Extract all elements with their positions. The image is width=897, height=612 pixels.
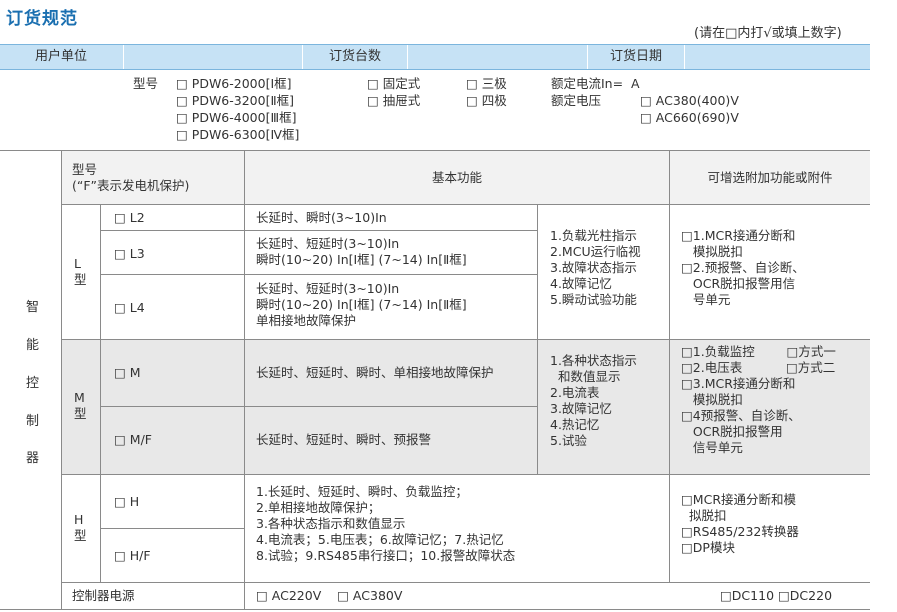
l3-basic-text: 长延时、短延时(3~10)In 瞬时(10~20) In[Ⅰ框] (7~14) … <box>256 236 467 267</box>
mf-basic-text: 长延时、短延时、瞬时、预报警 <box>256 432 432 447</box>
model-hf-option[interactable]: □ H/F <box>114 548 151 564</box>
order-qty-label: 订货台数 <box>328 49 381 64</box>
col-header-model: 型号 (“F”表示发电机保护) <box>72 162 190 193</box>
page-title: 订货规范 <box>6 9 78 29</box>
side-label-char: 制 <box>26 414 40 429</box>
model-l2-option[interactable]: □ L2 <box>114 210 145 226</box>
m-basic-text: 长延时、短延时、瞬时、单相接地故障保护 <box>256 365 494 380</box>
model-mf-option[interactable]: □ M/F <box>114 432 152 448</box>
m-optional-text: □1.负载监控 □方式一 □2.电压表 □方式二 □3.MCR接通分断和 模拟脱… <box>681 344 836 455</box>
side-label-char: 控 <box>26 376 40 391</box>
model-label: 型号 <box>133 76 159 91</box>
power-dc-options[interactable]: □DC110 □DC220 <box>720 588 832 604</box>
voltage-option-660[interactable]: □ AC660(690)V <box>640 110 739 126</box>
side-label-char: 智 <box>26 300 40 315</box>
m-features-text: 1.各种状态指示 和数值显示 2.电流表 3.故障记忆 4.热记忆 5.试验 <box>550 353 637 448</box>
type-m-label: M 型 <box>74 390 87 421</box>
col-header-optional: 可增选附加功能或附件 <box>707 170 833 185</box>
model-m-option[interactable]: □ M <box>114 365 141 381</box>
model-l4-option[interactable]: □ L4 <box>114 300 145 316</box>
frame-option-4000[interactable]: □ PDW6-4000[Ⅲ框] <box>176 110 296 126</box>
l2-basic-text: 长延时、瞬时(3~10)In <box>256 210 387 225</box>
rated-voltage-label: 额定电压 <box>551 93 602 108</box>
controller-spec-table: 智 能 控 制 器 型号 (“F”表示发电机保护) 基本功能 可增选附加功能或附… <box>0 150 870 612</box>
model-h-option[interactable]: □ H <box>114 494 139 510</box>
poles-3-option[interactable]: □ 三极 <box>466 76 507 92</box>
install-fixed-option[interactable]: □ 固定式 <box>367 76 420 92</box>
order-header-bar: 用户单位 订货台数 订货日期 <box>0 44 870 70</box>
frame-option-6300[interactable]: □ PDW6-6300[Ⅳ框] <box>176 127 299 143</box>
l-optional-text: □1.MCR接通分断和 模拟脱扣 □2.预报警、自诊断、 OCR脱扣报警用信 号… <box>681 228 805 307</box>
h-optional-text: □MCR接通分断和模 拟脱扣 □RS485/232转换器 □DP模块 <box>681 492 799 555</box>
power-ac-options[interactable]: □ AC220V □ AC380V <box>256 588 402 604</box>
h-basic-text: 1.长延时、短延时、瞬时、负载监控； 2.单相接地故障保护； 3.各种状态指示和… <box>256 484 516 563</box>
col-header-basic: 基本功能 <box>431 170 482 185</box>
frame-option-2000[interactable]: □ PDW6-2000[Ⅰ框] <box>176 76 292 92</box>
frame-option-3200[interactable]: □ PDW6-3200[Ⅱ框] <box>176 93 294 109</box>
type-l-label: L 型 <box>74 256 87 287</box>
power-label: 控制器电源 <box>72 588 135 603</box>
instruction-note: (请在□内打√或填上数字) <box>694 26 842 41</box>
l4-basic-text: 长延时、短延时(3~10)In 瞬时(10~20) In[Ⅰ框] (7~14) … <box>256 281 467 328</box>
install-drawer-option[interactable]: □ 抽屉式 <box>367 93 420 109</box>
l-features-text: 1.负载光柱指示 2.MCU运行临视 3.故障状态指示 4.故障记忆 5.瞬动试… <box>550 228 641 307</box>
user-unit-label: 用户单位 <box>34 49 87 64</box>
model-l3-option[interactable]: □ L3 <box>114 246 145 262</box>
voltage-option-380[interactable]: □ AC380(400)V <box>640 93 739 109</box>
type-h-label: H 型 <box>74 512 87 543</box>
order-date-label: 订货日期 <box>609 49 662 64</box>
side-label-char: 器 <box>26 451 40 466</box>
poles-4-option[interactable]: □ 四极 <box>466 93 507 109</box>
rated-current-field[interactable]: 额定电流In= A <box>551 76 640 92</box>
side-label-char: 能 <box>26 338 40 353</box>
